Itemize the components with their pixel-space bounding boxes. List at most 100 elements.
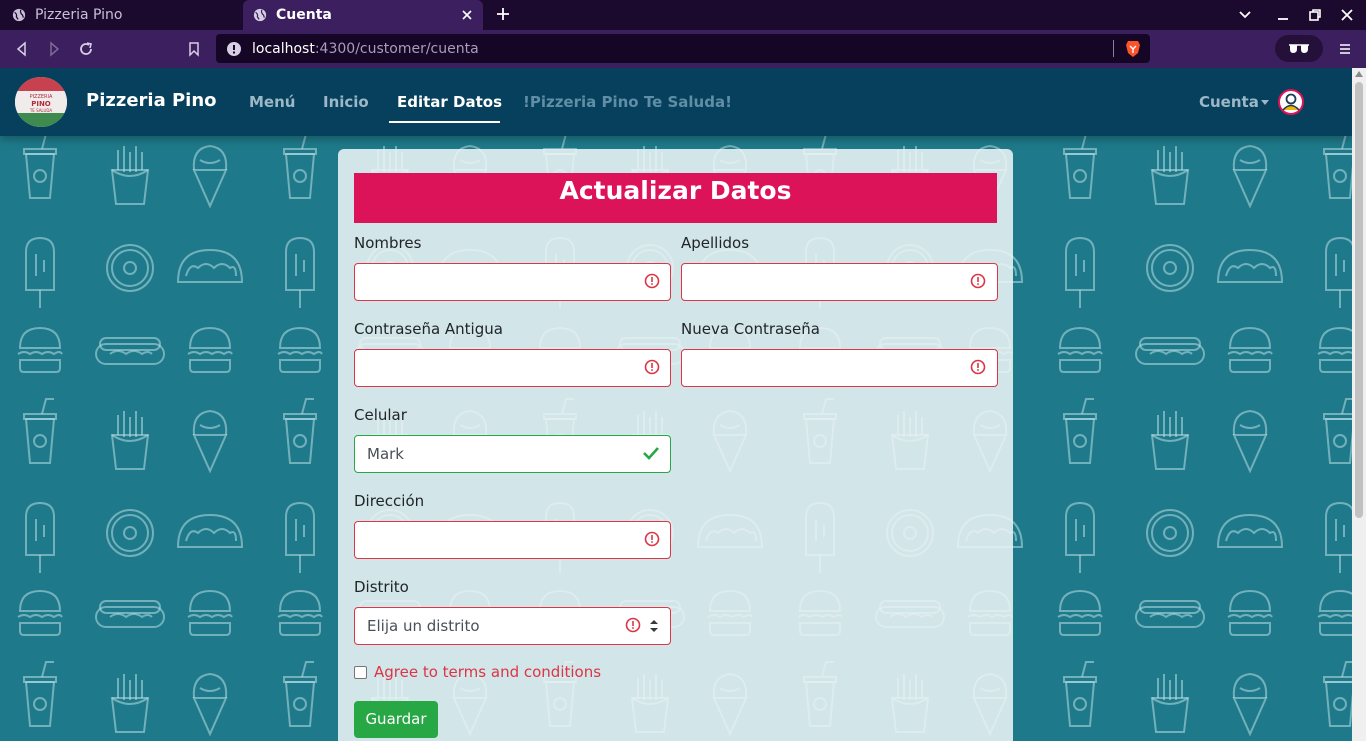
cup-pattern-icon (1323, 661, 1352, 727)
celular-input[interactable]: Mark (354, 435, 671, 473)
bookmark-icon[interactable] (186, 41, 202, 57)
scrollbar-thumb[interactable] (1355, 82, 1363, 518)
tab-cuenta[interactable]: Cuenta (243, 0, 483, 30)
error-icon (644, 359, 660, 375)
cup-pattern-icon (1323, 398, 1352, 464)
old-password-input[interactable] (354, 349, 671, 387)
burger-pattern-icon (1227, 590, 1273, 636)
terms-label[interactable]: Agree to terms and conditions (374, 663, 601, 681)
donut-pattern-icon (106, 509, 154, 557)
cone-pattern-icon (1232, 145, 1268, 207)
cup-pattern-icon (283, 661, 317, 727)
new-tab-icon[interactable] (495, 6, 511, 22)
save-button[interactable]: Guardar (354, 701, 438, 738)
close-window-icon[interactable] (1340, 8, 1354, 22)
tab-label: Pizzeria Pino (35, 7, 123, 23)
nombres-input[interactable] (354, 263, 671, 301)
terms-checkbox[interactable] (354, 665, 367, 679)
minimize-icon[interactable] (1276, 8, 1290, 22)
nav-link-menu[interactable]: Menú (249, 93, 295, 111)
burger-pattern-icon (1317, 590, 1352, 636)
burger-pattern-icon (17, 590, 63, 636)
burger-pattern-icon (277, 327, 323, 373)
scroll-up-arrow-icon[interactable] (1355, 71, 1363, 77)
account-dropdown[interactable]: Cuenta (1199, 93, 1259, 111)
tab-pizzeria-pino[interactable]: Pizzeria Pino (12, 0, 240, 30)
nav-greeting: !Pizzeria Pino Te Saluda! (523, 93, 732, 111)
nav-link-editar-datos[interactable]: Editar Datos (397, 93, 502, 111)
cup-pattern-icon (23, 661, 57, 727)
site-info-icon[interactable] (226, 41, 242, 57)
celular-label: Celular (354, 406, 407, 424)
burger-pattern-icon (1057, 590, 1103, 636)
pop-pattern-icon (1325, 237, 1352, 309)
fries-pattern-icon (1151, 410, 1189, 470)
pop-pattern-icon (1065, 502, 1095, 574)
hotdog-pattern-icon (95, 337, 165, 365)
new-password-input[interactable] (681, 349, 998, 387)
pop-pattern-icon (1325, 502, 1352, 574)
logo-text-line-3: TE SALUDA (29, 108, 53, 113)
cup-pattern-icon (1063, 133, 1097, 199)
distrito-select[interactable]: Elija un distrito (354, 607, 671, 645)
taco-pattern-icon (177, 514, 243, 548)
url-path: :4300/customer/cuenta (314, 40, 479, 57)
user-avatar-icon[interactable] (1278, 89, 1304, 115)
close-icon[interactable] (459, 7, 475, 23)
browser-toolbar: localhost:4300/customer/cuenta (0, 30, 1366, 68)
restore-icon[interactable] (1308, 8, 1322, 22)
burger-pattern-icon (187, 590, 233, 636)
caret-down-icon[interactable] (1261, 100, 1269, 105)
nombres-label: Nombres (354, 234, 422, 252)
cup-pattern-icon (283, 133, 317, 199)
pop-pattern-icon (285, 237, 315, 309)
pizzeria-logo[interactable]: PIZZERIA PINO TE SALUDA (15, 77, 67, 127)
donut-pattern-icon (1146, 509, 1194, 557)
old-password-label: Contraseña Antigua (354, 320, 503, 338)
burger-pattern-icon (1317, 327, 1352, 373)
error-icon (625, 617, 641, 633)
brave-shield-icon[interactable] (1125, 40, 1141, 58)
donut-pattern-icon (1146, 244, 1194, 292)
pop-pattern-icon (285, 502, 315, 574)
page-scrollbar[interactable] (1352, 68, 1366, 741)
cone-pattern-icon (192, 145, 228, 207)
cone-pattern-icon (192, 410, 228, 472)
select-arrows-icon (650, 620, 658, 632)
back-icon[interactable] (14, 41, 30, 57)
hotdog-pattern-icon (1135, 600, 1205, 628)
burger-pattern-icon (1057, 327, 1103, 373)
terms-checkbox-row[interactable]: Agree to terms and conditions (354, 663, 601, 681)
address-bar[interactable]: localhost:4300/customer/cuenta (216, 34, 1150, 63)
fries-pattern-icon (111, 410, 149, 470)
pop-pattern-icon (25, 502, 55, 574)
apellidos-label: Apellidos (681, 234, 750, 252)
direccion-input[interactable] (354, 521, 671, 559)
extension-button[interactable] (1275, 35, 1323, 62)
reload-icon[interactable] (78, 41, 94, 57)
taco-pattern-icon (1217, 249, 1283, 283)
error-icon (970, 359, 986, 375)
page-viewport: PIZZERIA PINO TE SALUDA Pizzeria Pino Me… (0, 68, 1352, 741)
taco-pattern-icon (1217, 514, 1283, 548)
error-icon (644, 273, 660, 289)
cup-pattern-icon (23, 398, 57, 464)
menu-icon[interactable] (1337, 41, 1353, 57)
forward-icon[interactable] (46, 41, 62, 57)
direccion-label: Dirección (354, 492, 425, 510)
burger-pattern-icon (277, 590, 323, 636)
form-title: Actualizar Datos (354, 173, 997, 223)
cone-pattern-icon (192, 673, 228, 735)
donut-pattern-icon (106, 244, 154, 292)
nav-link-inicio[interactable]: Inicio (323, 93, 369, 111)
new-password-label: Nueva Contraseña (681, 320, 820, 338)
pop-pattern-icon (25, 237, 55, 309)
brand-name[interactable]: Pizzeria Pino (86, 90, 217, 111)
active-nav-indicator (389, 121, 500, 123)
tab-list-chevron-icon[interactable] (1238, 8, 1252, 22)
burger-pattern-icon (187, 327, 233, 373)
globe-icon (12, 8, 26, 22)
fries-pattern-icon (1151, 673, 1189, 733)
apellidos-input[interactable] (681, 263, 998, 301)
url-host: localhost (252, 40, 315, 57)
